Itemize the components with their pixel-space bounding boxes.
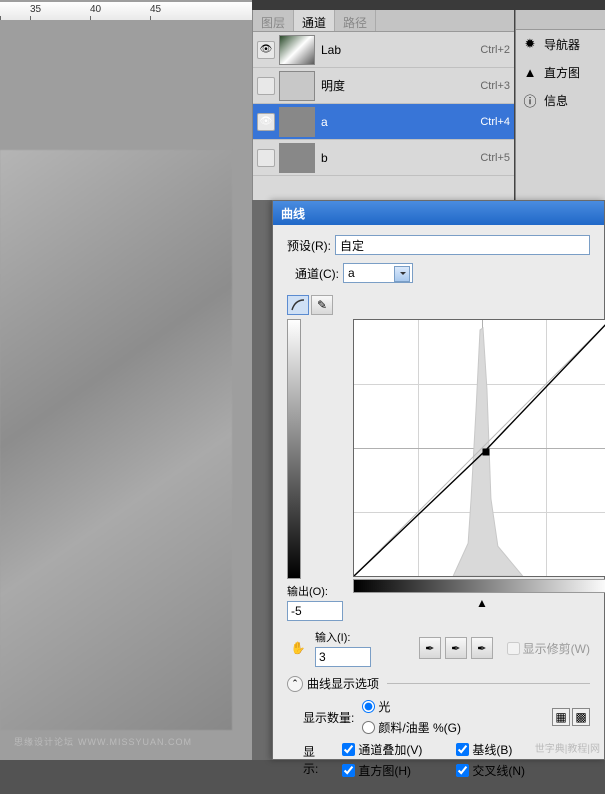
radio-pigment[interactable]: 颜料/油墨 %(G) (362, 719, 461, 736)
tab-channels[interactable]: 通道 (294, 10, 335, 31)
channel-name: a (321, 115, 480, 129)
histogram-icon: ▲ (522, 64, 538, 80)
display-label: 显示: (303, 743, 318, 777)
grid-fine-button[interactable]: ▩ (572, 708, 590, 726)
input-field[interactable] (315, 647, 371, 667)
radio-light[interactable]: 光 (362, 698, 461, 715)
output-label: 输出(O): (287, 583, 347, 599)
curve-control-point[interactable] (482, 448, 489, 455)
input-label: 输入(I): (315, 629, 375, 645)
display-options-label: 曲线显示选项 (307, 675, 379, 692)
channel-name: 明度 (321, 77, 480, 94)
channels-panel: 图层 通道 路径 👁 Lab Ctrl+2 明度 Ctrl+3 👁 a Ctrl (252, 10, 515, 200)
side-icon-panel: ✹导航器 ▲直方图 ⓘ信息 (515, 10, 605, 200)
panel-tabs: 图层 通道 路径 (253, 10, 514, 32)
navigator-button[interactable]: ✹导航器 (516, 30, 605, 58)
channel-thumb (279, 107, 315, 137)
info-button[interactable]: ⓘ信息 (516, 86, 605, 114)
show-clipping-check[interactable]: 显示修剪(W) (507, 640, 590, 657)
document-canvas: 35 40 45 思缘设计论坛WWW.MISSYUAN.COM (0, 0, 252, 760)
channel-shortcut: Ctrl+4 (480, 116, 510, 128)
watermark-2: 世字典|教程|网 (535, 740, 600, 755)
check-channel-overlay[interactable]: 通道叠加(V) (342, 741, 442, 758)
channel-thumb (279, 143, 315, 173)
histogram-button[interactable]: ▲直方图 (516, 58, 605, 86)
tab-layers[interactable]: 图层 (253, 10, 294, 31)
app-bar (252, 0, 605, 10)
channel-combo[interactable]: a (343, 263, 413, 283)
curve-tool-button[interactable] (287, 295, 309, 315)
navigator-icon: ✹ (522, 36, 538, 52)
eye-icon[interactable] (257, 149, 275, 167)
preset-label: 预设(R): (287, 237, 331, 254)
display-amount-label: 显示数量: (303, 709, 354, 726)
info-icon: ⓘ (522, 92, 538, 108)
watermark: 思缘设计论坛WWW.MISSYUAN.COM (10, 735, 192, 748)
curves-dialog: 曲线 预设(R): 通道(C): a ✎ 输出(O): (272, 200, 605, 760)
document-image[interactable] (0, 150, 232, 730)
channel-name: b (321, 151, 480, 165)
ruler-horizontal: 35 40 45 (0, 2, 252, 20)
hand-tool-icon[interactable]: ✋ (287, 637, 309, 659)
eye-icon[interactable] (257, 77, 275, 95)
check-histogram[interactable]: 直方图(H) (342, 762, 442, 779)
channel-thumb (279, 35, 315, 65)
eye-icon[interactable]: 👁 (257, 113, 275, 131)
eye-icon[interactable]: 👁 (257, 41, 275, 59)
input-gradient (353, 579, 605, 593)
eyedropper-gray-icon[interactable]: ✒ (445, 637, 467, 659)
channel-row-lab[interactable]: 👁 Lab Ctrl+2 (253, 32, 514, 68)
channel-row-a[interactable]: 👁 a Ctrl+4 (253, 104, 514, 140)
channel-thumb (279, 71, 315, 101)
pencil-tool-button[interactable]: ✎ (311, 295, 333, 315)
channel-label: 通道(C): (295, 265, 339, 282)
curves-grid[interactable] (353, 319, 605, 577)
eyedropper-white-icon[interactable]: ✒ (471, 637, 493, 659)
preset-combo[interactable] (335, 235, 590, 255)
channel-shortcut: Ctrl+2 (480, 44, 510, 56)
grid-coarse-button[interactable]: ▦ (552, 708, 570, 726)
check-intersection[interactable]: 交叉线(N) (456, 762, 556, 779)
output-field[interactable] (287, 601, 343, 621)
eyedropper-black-icon[interactable]: ✒ (419, 637, 441, 659)
dialog-title[interactable]: 曲线 (273, 201, 604, 225)
curve-line (354, 320, 605, 576)
channel-row-b[interactable]: b Ctrl+5 (253, 140, 514, 176)
channel-row-lightness[interactable]: 明度 Ctrl+3 (253, 68, 514, 104)
tab-paths[interactable]: 路径 (335, 10, 376, 31)
expander-toggle[interactable]: ⌃ (287, 676, 303, 692)
channel-name: Lab (321, 43, 480, 57)
channel-shortcut: Ctrl+3 (480, 80, 510, 92)
channel-shortcut: Ctrl+5 (480, 152, 510, 164)
output-gradient (287, 319, 301, 579)
